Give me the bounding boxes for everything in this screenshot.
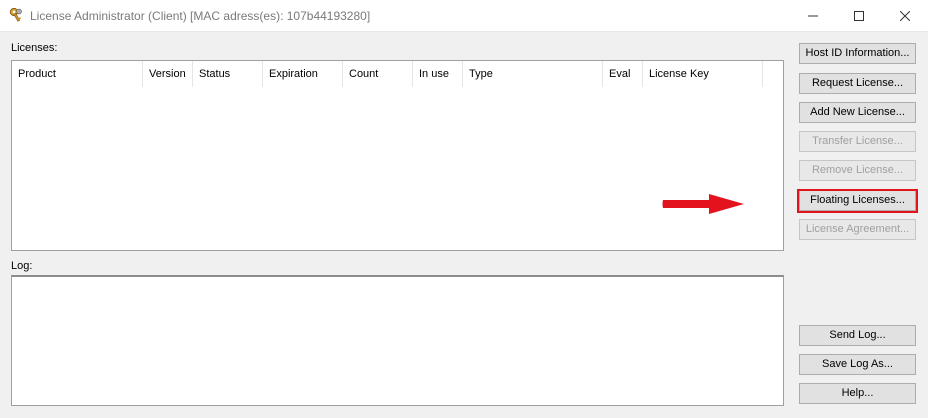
column-header-count[interactable]: Count [343,61,413,87]
transfer-license-button[interactable]: Transfer License... [799,131,916,152]
column-header-version[interactable]: Version [143,61,193,87]
floating-licenses-highlight [797,189,918,213]
column-header-product[interactable]: Product [12,61,143,87]
host-id-information-button[interactable]: Host ID Information... [799,43,916,64]
licenses-list[interactable]: Product Version Status Expiration Count … [11,60,784,251]
licenses-label: Licenses: [11,42,58,54]
column-header-eval[interactable]: Eval [603,61,643,87]
minimize-button[interactable] [790,0,836,31]
close-icon [900,10,910,21]
window-title: License Administrator (Client) [MAC adre… [30,9,371,23]
red-arrow-icon [662,194,744,214]
add-new-license-button[interactable]: Add New License... [799,102,916,123]
request-license-button[interactable]: Request License... [799,73,916,94]
license-agreement-button[interactable]: License Agreement... [799,219,916,240]
maximize-icon [854,10,864,21]
column-header-status[interactable]: Status [193,61,263,87]
send-log-button[interactable]: Send Log... [799,325,916,346]
close-button[interactable] [882,0,928,31]
column-header-expiration[interactable]: Expiration [263,61,343,87]
column-header-in-use[interactable]: In use [413,61,463,87]
log-textarea[interactable] [11,275,784,406]
keys-icon [9,7,22,22]
help-button[interactable]: Help... [799,383,916,404]
maximize-button[interactable] [836,0,882,31]
column-header-license-key[interactable]: License Key [643,61,763,87]
save-log-as-button[interactable]: Save Log As... [799,354,916,375]
column-header-type[interactable]: Type [463,61,603,87]
remove-license-button[interactable]: Remove License... [799,160,916,181]
minimize-icon [808,15,818,16]
log-label: Log: [11,260,33,272]
title-bar: License Administrator (Client) [MAC adre… [0,0,928,32]
